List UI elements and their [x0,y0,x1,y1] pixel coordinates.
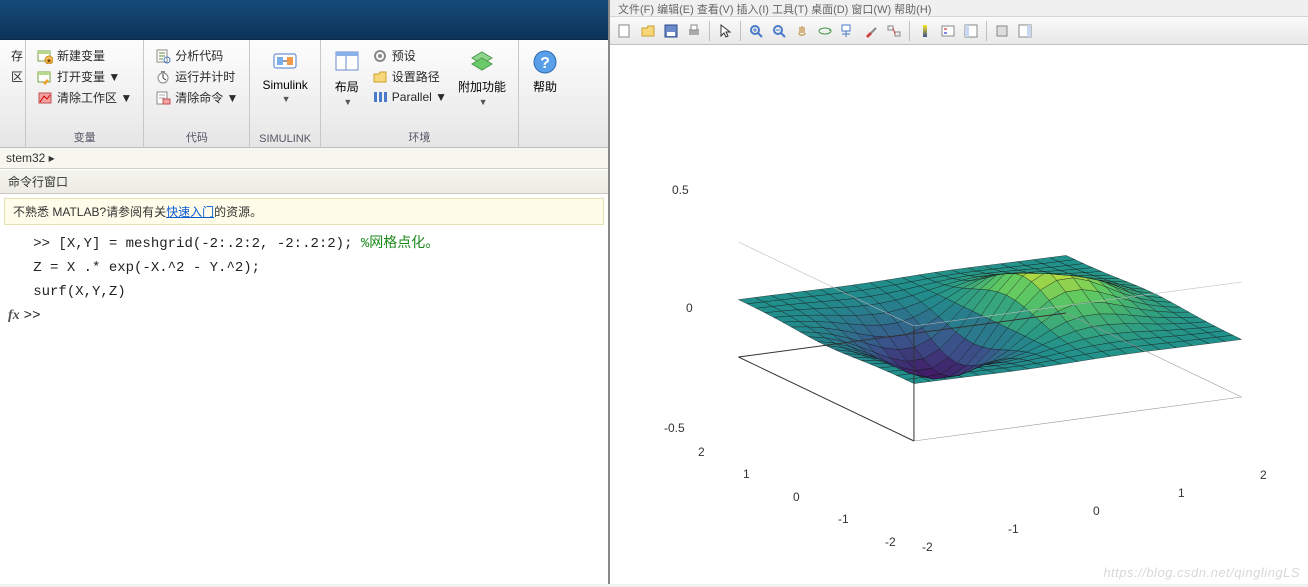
ribbon-group-label: 变量 [32,127,137,147]
svg-text:?: ? [540,55,550,72]
run-timer-icon [155,69,171,85]
x-tick: -2 [922,540,933,554]
banner-text: 的资源。 [214,205,262,219]
run-timer-button[interactable]: 运行并计时 [152,67,241,86]
toolbar-separator [986,21,987,41]
svg-text:★: ★ [46,57,52,64]
pref-icon [372,48,388,64]
z-tick: 0.5 [672,183,689,197]
open-var-icon [37,69,53,85]
prompt-line[interactable]: fx>> [8,304,600,329]
parallel-button[interactable]: Parallel ▼ [369,88,450,106]
y-tick: 2 [698,445,705,459]
ribbon-group-label: 代码 [150,127,243,147]
chevron-down-icon: ▼ [479,97,488,107]
figure-menubar[interactable]: 文件(F) 编辑(E) 查看(V) 插入(I) 工具(T) 桌面(D) 窗口(W… [610,0,1308,17]
quickstart-link[interactable]: 快速入门 [166,205,214,219]
clear-commands-button[interactable]: 清除命令 ▼ [152,88,241,107]
zoom-in-icon[interactable] [745,20,767,42]
y-tick: -1 [838,512,849,526]
current-folder-path[interactable]: stem32 ▸ [0,148,608,169]
figure-toolbar [610,17,1308,45]
open-icon[interactable] [637,20,659,42]
title-bar-fragment [0,0,608,40]
new-variable-button[interactable]: ★新建变量 [34,46,135,65]
x-tick: -1 [1008,522,1019,536]
open-variable-button[interactable]: 打开变量 ▼ [34,67,135,86]
y-tick: -2 [885,535,896,549]
y-tick: 0 [793,490,800,504]
clear-workspace-button[interactable]: 清除工作区 ▼ [34,88,135,107]
hide-plottools-icon[interactable] [991,20,1013,42]
ribbon-toolbar: 存 区 ★新建变量 打开变量 ▼ 清除工作区 ▼ 变量 分析代码 运行并计时 清… [0,40,608,148]
analyze-code-button[interactable]: 分析代码 [152,46,241,65]
figure-axes[interactable]: 0.5 0 -0.5 2 1 0 -1 -2 -2 -1 0 1 2 https… [610,45,1308,584]
help-icon: ? [531,48,559,76]
toolbar-separator [909,21,910,41]
rotate3d-icon[interactable] [814,20,836,42]
code-line: surf(X,Y,Z) [8,281,600,305]
banner-text: 不熟悉 MATLAB?请参阅有关 [13,205,166,219]
ribbon-group-label: SIMULINK [256,131,313,147]
simulink-button[interactable]: Simulink▼ [256,44,313,131]
pointer-icon[interactable] [714,20,736,42]
pan-icon[interactable] [791,20,813,42]
simulink-icon [271,48,299,76]
parallel-icon [372,89,388,105]
legend-icon[interactable] [937,20,959,42]
clear-cmd-icon [155,90,171,106]
setpath-icon [372,69,388,85]
layout-button[interactable]: 布局▼ [327,44,367,127]
chevron-down-icon: ▼ [343,97,352,107]
analyze-code-icon [155,48,171,64]
getting-started-banner: 不熟悉 MATLAB?请参阅有关快速入门的资源。 [4,198,604,225]
watermark-text: https://blog.csdn.net/qinglingLS [1103,565,1300,580]
addons-button[interactable]: 附加功能▼ [452,44,512,127]
save-icon[interactable] [660,20,682,42]
show-plottools-icon[interactable] [1014,20,1036,42]
zoom-out-icon[interactable] [768,20,790,42]
workspace-button-fragment[interactable]: 区 [8,67,26,86]
ribbon-group-label: 环境 [327,127,512,147]
code-line: Z = X .* exp(-X.^2 - Y.^2); [8,257,600,281]
setpath-button[interactable]: 设置路径 [369,67,450,86]
print-icon[interactable] [683,20,705,42]
layout-icon [333,48,361,76]
new-var-icon: ★ [37,48,53,64]
y-tick: 1 [743,467,750,481]
addons-icon [468,48,496,76]
command-window-title: 命令行窗口 [0,169,608,194]
x-tick: 0 [1093,504,1100,518]
chevron-down-icon: ▼ [282,94,291,104]
z-tick: 0 [686,301,693,315]
toolbar-separator [709,21,710,41]
ploteditor-icon[interactable] [960,20,982,42]
fx-icon[interactable]: fx [8,308,20,323]
preferences-button[interactable]: 预设 [369,46,450,65]
save-button-fragment[interactable]: 存 [8,46,26,65]
help-button[interactable]: ? 帮助 [525,44,565,143]
new-figure-icon[interactable] [614,20,636,42]
toolbar-separator [740,21,741,41]
datacursor-icon[interactable] [837,20,859,42]
command-window[interactable]: >> [X,Y] = meshgrid(-2:.2:2, -2:.2:2); %… [0,229,608,584]
z-tick: -0.5 [664,421,685,435]
clear-workspace-icon [37,90,53,106]
figure-window: 文件(F) 编辑(E) 查看(V) 插入(I) 工具(T) 桌面(D) 窗口(W… [610,0,1308,584]
colorbar-icon[interactable] [914,20,936,42]
link-icon[interactable] [883,20,905,42]
matlab-main-pane: 存 区 ★新建变量 打开变量 ▼ 清除工作区 ▼ 变量 分析代码 运行并计时 清… [0,0,610,584]
surface-plot [610,45,1308,584]
x-tick: 1 [1178,486,1185,500]
x-tick: 2 [1260,468,1267,482]
brush-icon[interactable] [860,20,882,42]
code-line: >> [X,Y] = meshgrid(-2:.2:2, -2:.2:2); %… [8,233,600,257]
